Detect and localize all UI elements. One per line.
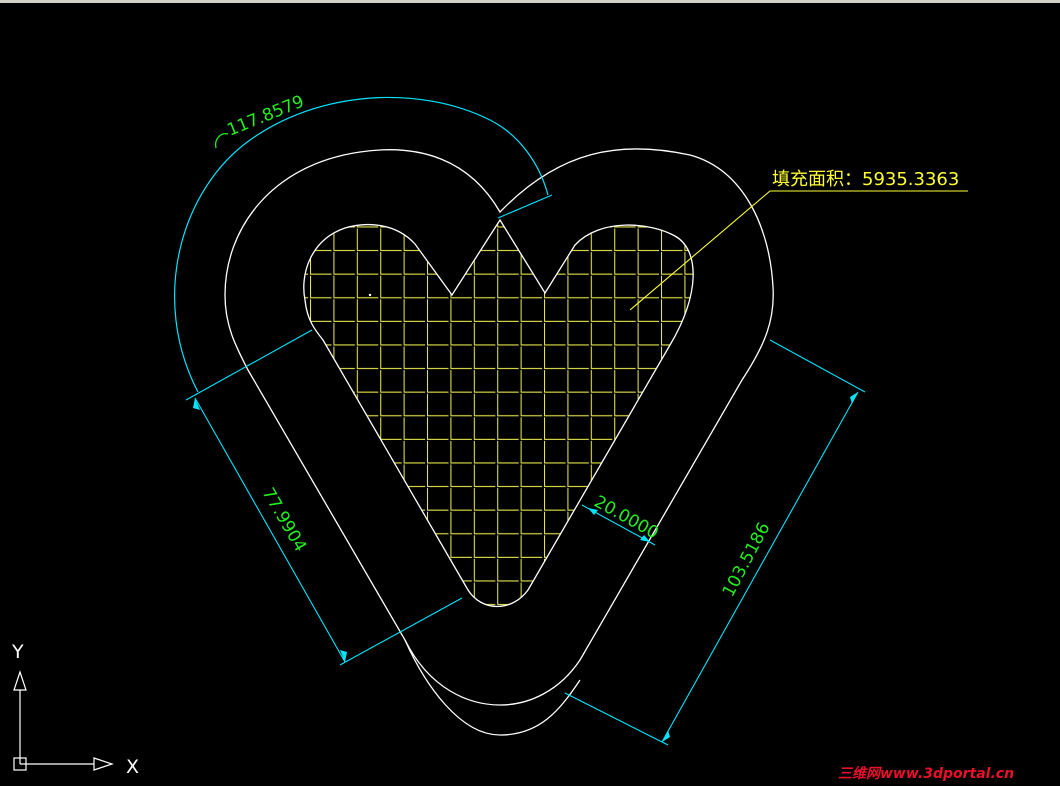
arrow-icon	[850, 392, 858, 404]
right-ext-line-top	[769, 339, 866, 393]
left-dimension-line[interactable]	[194, 397, 346, 663]
inner-heart-hatch[interactable]	[303, 218, 694, 608]
arc-ext-line-left	[185, 329, 313, 401]
left-length-label[interactable]: 77.9904	[258, 485, 310, 556]
area-label[interactable]: 填充面积：5935.3363	[772, 169, 959, 190]
drawing-canvas[interactable]: 117.8579 77.9904 20.0000 103.5186 填充面积：5…	[0, 0, 1060, 786]
offset-label[interactable]: 20.0000	[591, 492, 662, 544]
ucs-x-label: X	[126, 756, 139, 778]
right-dimension-line[interactable]	[661, 391, 859, 743]
left-ext-line	[339, 597, 463, 666]
ucs-icon	[13, 670, 114, 771]
arrow-icon	[662, 730, 670, 742]
point-marker	[368, 293, 372, 297]
watermark: 三维网www.3dportal.cn	[838, 765, 1014, 782]
arc-length-label[interactable]: 117.8579	[224, 92, 307, 141]
right-ext-line-bottom	[564, 692, 669, 746]
arc-symbol-icon	[214, 133, 229, 149]
ucs-y-label: Y	[11, 641, 24, 663]
right-length-label[interactable]: 103.5186	[719, 519, 775, 600]
